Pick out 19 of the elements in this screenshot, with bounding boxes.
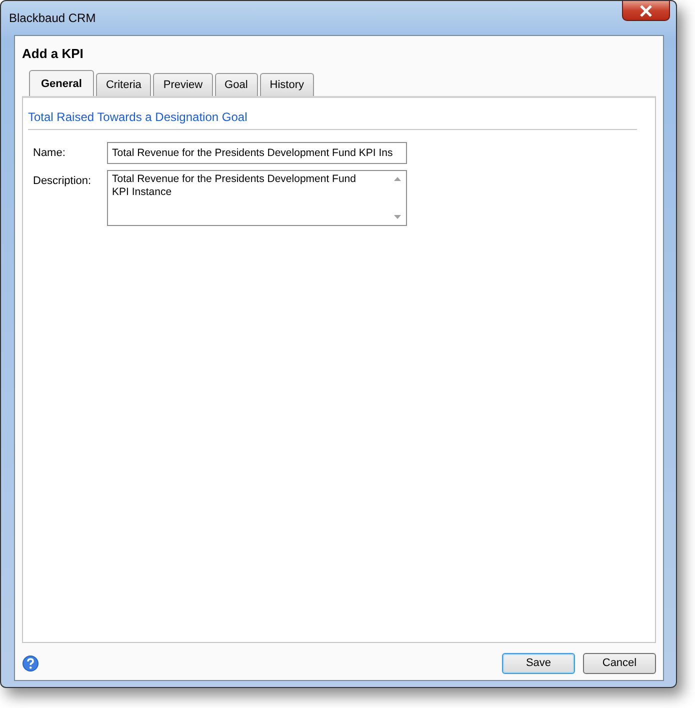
description-field[interactable]: Total Revenue for the Presidents Development Fund KPI Instance <box>107 170 407 226</box>
field-label: Description: <box>33 174 92 189</box>
dialog-button[interactable]: Save <box>502 653 575 674</box>
window-title: Blackbaud CRM <box>9 10 96 27</box>
scroll-down-icon[interactable] <box>394 215 401 219</box>
section-heading: Total Raised Towards a Designation Goal <box>28 108 637 130</box>
close-button[interactable] <box>622 1 670 21</box>
tab[interactable]: Criteria <box>96 72 152 96</box>
scroll-up-icon[interactable] <box>394 177 401 181</box>
name-field[interactable]: Total Revenue for the Presidents Development Fund KPI Ins <box>107 142 407 164</box>
field-label: Name: <box>33 146 66 161</box>
dialog-button[interactable]: Cancel <box>583 653 656 674</box>
tab[interactable]: History <box>260 72 314 96</box>
tab[interactable]: General <box>29 70 94 96</box>
close-icon <box>639 4 653 16</box>
tab[interactable]: Preview <box>153 72 213 96</box>
dialog-title: Add a KPI <box>22 45 84 63</box>
tab[interactable]: Goal <box>214 72 258 96</box>
help-icon[interactable] <box>22 655 39 672</box>
